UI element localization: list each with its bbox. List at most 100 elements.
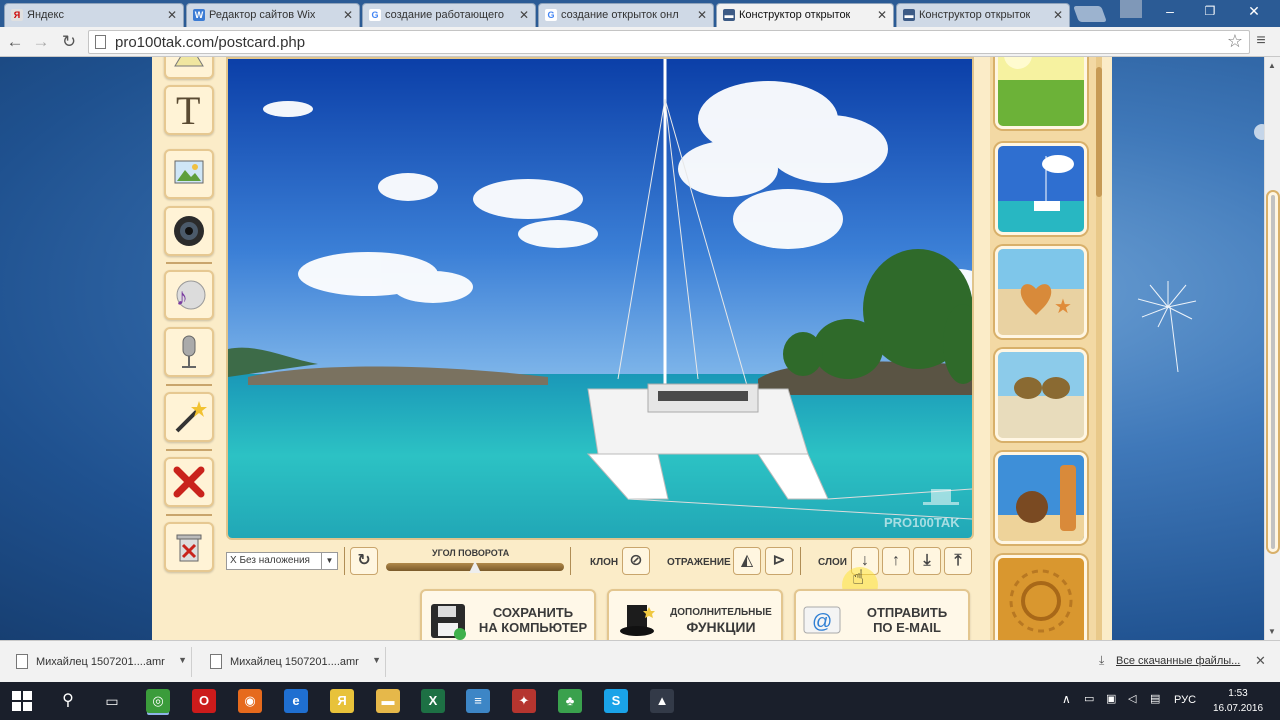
forward-icon[interactable]: → — [30, 31, 52, 53]
layer-up-button[interactable]: ↑ — [882, 547, 910, 575]
close-icon[interactable]: ✕ — [167, 8, 177, 22]
microphone-tool-icon — [182, 335, 196, 368]
new-tab-button[interactable] — [1073, 6, 1107, 22]
mirror-horizontal-button[interactable]: ◭ — [733, 547, 761, 575]
notification-icon[interactable]: ▤ — [1150, 692, 1160, 705]
tab-wix[interactable]: W Редактор сайтов Wix ✕ — [186, 3, 360, 27]
close-icon[interactable]: ✕ — [697, 8, 707, 22]
user-profile-icon[interactable] — [1120, 0, 1142, 18]
network-icon[interactable]: ▣ — [1106, 692, 1116, 705]
hand-cursor-icon: ☝ — [852, 567, 865, 589]
tool-separator — [166, 384, 212, 386]
scroll-down-icon[interactable]: ▼ — [1268, 627, 1276, 636]
gallery-scrollbar-thumb[interactable] — [1096, 67, 1102, 197]
restore-icon[interactable]: ❐ — [1190, 0, 1230, 22]
blend-mode-select[interactable]: Х Без наложения ▼ — [226, 552, 338, 570]
green-app-icon[interactable]: ♣ — [558, 689, 582, 713]
rotation-slider[interactable] — [386, 561, 564, 573]
rotation-slider-handle[interactable] — [469, 561, 481, 573]
close-icon[interactable]: ✕ — [343, 8, 353, 22]
volume-icon[interactable]: ◁ — [1128, 692, 1136, 705]
tool-separator — [166, 449, 212, 451]
tab-google-2[interactable]: G создание открыток онл ✕ — [538, 3, 714, 27]
taskbar-clock[interactable]: 1:53 16.07.2016 — [1206, 686, 1270, 716]
control-separator — [800, 547, 801, 575]
close-icon[interactable]: ✕ — [877, 8, 887, 22]
skype-icon[interactable]: S — [604, 689, 628, 713]
background-thumb-meadow[interactable] — [995, 57, 1087, 129]
microphone-tool-button[interactable] — [164, 327, 214, 377]
task-view-icon[interactable]: ▭ — [100, 689, 124, 713]
battery-icon[interactable]: ▭ — [1084, 692, 1094, 705]
window-close-icon[interactable]: ✕ — [1234, 0, 1274, 22]
red-app-icon[interactable]: ✦ — [512, 689, 536, 713]
page-scrollbar-thumb[interactable] — [1268, 192, 1278, 552]
close-icon[interactable]: ✕ — [519, 8, 529, 22]
photos-icon[interactable]: ▲ — [650, 689, 674, 713]
send-email-button[interactable]: @ ОТПРАВИТЬ ПО E-MAIL — [794, 589, 970, 640]
gallery-scrollbar[interactable] — [1096, 57, 1102, 640]
tab-google-1[interactable]: G создание работающего ✕ — [362, 3, 536, 27]
address-bar[interactable]: pro100tak.com/postcard.php ☆ — [88, 30, 1250, 54]
wix-icon: W — [193, 9, 205, 21]
search-icon[interactable]: ⚲ — [56, 689, 80, 713]
postcard-canvas[interactable]: PRO100TAK — [226, 57, 974, 540]
chrome-icon[interactable]: ◎ — [146, 689, 170, 713]
download-item[interactable]: Михайлец 1507201....amr ▼ — [198, 647, 386, 677]
close-icon[interactable]: ✕ — [1053, 8, 1063, 22]
mirror-vertical-button[interactable]: ⊳ — [765, 547, 793, 575]
download-item[interactable]: Михайлец 1507201....amr ▼ — [4, 647, 192, 677]
chevron-down-icon[interactable]: ▼ — [372, 655, 381, 665]
reload-icon[interactable]: ↻ — [58, 31, 80, 53]
clone-button[interactable]: ⊘ — [622, 547, 650, 575]
text-tool-button[interactable]: T — [164, 85, 214, 135]
folder-icon[interactable]: ▬ — [376, 689, 400, 713]
background-thumb-coconut[interactable] — [995, 452, 1087, 544]
windows-start-icon[interactable] — [12, 691, 32, 711]
flip-vertical-icon: ⊳ — [772, 552, 786, 569]
chevron-up-icon[interactable]: ∧ — [1062, 692, 1071, 706]
layer-top-button[interactable]: ⤒ — [944, 547, 972, 575]
page-scrollbar[interactable]: ▲ ▼ — [1264, 57, 1280, 640]
background-thumb-starfish-heart[interactable]: ★ — [995, 246, 1087, 338]
background-thumb-yacht[interactable] — [995, 143, 1087, 235]
extra-functions-button[interactable]: ДОПОЛНИТЕЛЬНЫЕ ФУНКЦИИ — [607, 589, 783, 640]
edge-icon[interactable]: e — [284, 689, 308, 713]
tool-separator — [166, 514, 212, 516]
music-tool-button[interactable]: ♪ — [164, 270, 214, 320]
effects-tool-button[interactable] — [164, 392, 214, 442]
language-indicator[interactable]: РУС — [1174, 694, 1196, 706]
tool-separator — [166, 262, 212, 264]
back-icon[interactable]: ← — [4, 31, 26, 53]
excel-icon[interactable]: X — [421, 689, 445, 713]
firefox-icon[interactable]: ◉ — [238, 689, 262, 713]
tab-postcard-2[interactable]: ▬ Конструктор открыток ✕ — [896, 3, 1070, 27]
arrow-to-top-icon: ⤒ — [954, 552, 962, 569]
stack-app-icon[interactable]: ≡ — [466, 689, 490, 713]
tab-postcard-active[interactable]: ▬ Конструктор открыток ✕ — [716, 3, 894, 27]
tab-label: Редактор сайтов Wix — [209, 9, 316, 21]
image-tool-button[interactable] — [164, 149, 214, 199]
scroll-up-icon[interactable]: ▲ — [1268, 61, 1276, 70]
layer-bottom-button[interactable]: ⤓ — [913, 547, 941, 575]
close-icon[interactable]: ✕ — [1255, 653, 1266, 669]
download-filename: Михайлец 1507201....amr — [230, 656, 359, 668]
camera-tool-button[interactable] — [164, 206, 214, 256]
opera-icon[interactable]: O — [192, 689, 216, 713]
shape-tool-button[interactable] — [164, 57, 214, 79]
menu-icon[interactable]: ≡ — [1252, 32, 1270, 50]
background-thumb-sand-sun[interactable] — [995, 555, 1087, 640]
yandex-browser-icon[interactable]: Я — [330, 689, 354, 713]
minimize-icon[interactable]: – — [1150, 0, 1190, 22]
reset-rotation-button[interactable]: ↻ — [350, 547, 378, 575]
save-to-computer-button[interactable]: СОХРАНИТЬ НА КОМПЬЮТЕР — [420, 589, 596, 640]
background-thumb-sunglasses[interactable] — [995, 349, 1087, 441]
bookmark-star-icon[interactable]: ☆ — [1227, 31, 1243, 52]
chevron-down-icon[interactable]: ▼ — [178, 655, 187, 665]
meadow-thumb-image — [998, 57, 1084, 126]
delete-button[interactable] — [164, 457, 214, 507]
yandex-icon: Я — [11, 9, 23, 21]
tab-yandex[interactable]: Я Яндекс ✕ — [4, 3, 184, 27]
all-downloads-link[interactable]: Все скачанные файлы... — [1116, 655, 1240, 667]
clear-all-button[interactable] — [164, 522, 214, 572]
